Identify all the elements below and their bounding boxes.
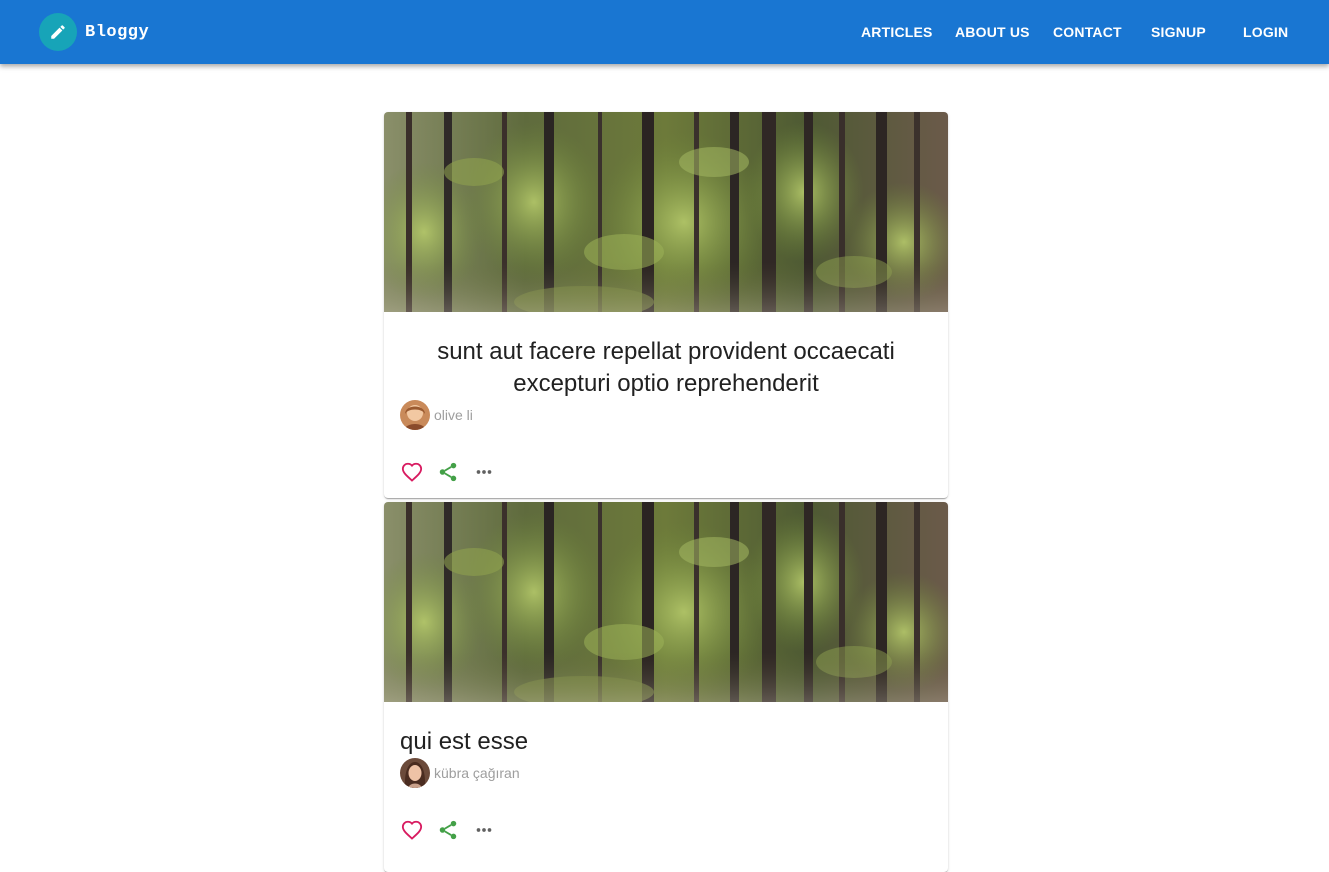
- avatar: [400, 758, 430, 788]
- brand-logo[interactable]: Bloggy: [39, 13, 149, 51]
- pencil-icon: [39, 13, 77, 51]
- post-card: sunt aut facere repellat provident occae…: [384, 112, 948, 498]
- nav-contact[interactable]: CONTACT: [1053, 14, 1122, 50]
- brand-name: Bloggy: [85, 22, 150, 42]
- nav-login[interactable]: LOGIN: [1243, 14, 1288, 50]
- avatar: [400, 400, 430, 430]
- more-horiz-icon[interactable]: [472, 818, 496, 842]
- post-title[interactable]: sunt aut facere repellat provident occae…: [400, 336, 932, 400]
- post-actions: [400, 818, 508, 842]
- author-name: olive li: [434, 407, 473, 423]
- share-icon[interactable]: [436, 460, 460, 484]
- post-actions: [400, 460, 508, 484]
- author-name: kübra çağıran: [434, 765, 520, 781]
- heart-icon[interactable]: [400, 818, 424, 842]
- post-author[interactable]: olive li: [400, 400, 473, 430]
- post-image[interactable]: [384, 112, 948, 312]
- post-author[interactable]: kübra çağıran: [400, 758, 520, 788]
- more-horiz-icon[interactable]: [472, 460, 496, 484]
- post-card: qui est esse kübra çağıran: [384, 502, 948, 872]
- share-icon[interactable]: [436, 818, 460, 842]
- nav-signup[interactable]: SIGNUP: [1151, 14, 1206, 50]
- app-bar: Bloggy ARTICLES ABOUT US CONTACT SIGNUP …: [0, 0, 1329, 64]
- heart-icon[interactable]: [400, 460, 424, 484]
- post-title[interactable]: qui est esse: [400, 726, 932, 758]
- nav-articles[interactable]: ARTICLES: [861, 14, 933, 50]
- post-image[interactable]: [384, 502, 948, 702]
- nav-about-us[interactable]: ABOUT US: [955, 14, 1030, 50]
